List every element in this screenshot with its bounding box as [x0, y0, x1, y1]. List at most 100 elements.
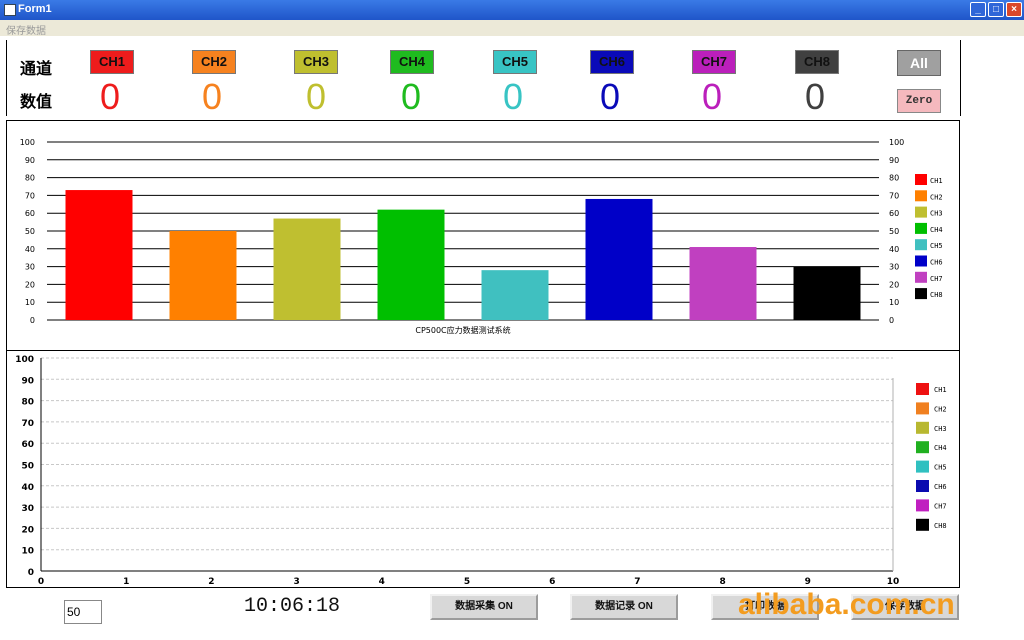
x-tick-label: 0	[38, 577, 44, 587]
y-tick-label-left: 0	[30, 316, 35, 325]
ch8-value: 0	[804, 76, 826, 117]
ch8-button[interactable]: CH8	[795, 50, 839, 74]
bar	[377, 209, 445, 320]
ch2-value: 0	[201, 76, 223, 117]
legend-swatch	[915, 271, 927, 283]
clock-display: 10:06:18	[244, 595, 341, 618]
legend-label: CH3	[934, 425, 947, 433]
y-tick-label-left: 80	[25, 174, 35, 183]
legend-label: CH5	[930, 242, 943, 250]
bar-chart-panel: 0 0 10 10 20 20 30 30 40 40 50 50 60 60 70 70 80 80 90 90 10…	[6, 120, 960, 351]
line-chart: 0 10 20 30 40 50 60 70 80 90 100 0 1 2 3 4 5 6 7 8 9 10 CH1 CH2…	[15, 355, 947, 587]
legend-label: CH2	[934, 405, 947, 413]
ch3-value: 0	[305, 76, 327, 117]
ch2-button[interactable]: CH2	[192, 50, 236, 74]
y-tick-label: 50	[21, 462, 34, 472]
legend-swatch	[915, 190, 927, 202]
y-tick-label-left: 70	[25, 191, 35, 200]
menu-item-save-data[interactable]: 保存数据	[6, 22, 46, 37]
x-axis-title: CP500C应力数据测试系统	[415, 325, 510, 335]
legend-swatch	[916, 383, 929, 395]
collect-toggle-button[interactable]: 数据采集 ON	[430, 594, 538, 620]
y-tick-label-right: 90	[889, 156, 899, 165]
x-tick-label: 3	[293, 577, 299, 587]
x-tick-label: 9	[805, 577, 811, 587]
legend-label: CH4	[934, 444, 947, 452]
y-tick-label-right: 30	[889, 263, 899, 272]
left-separator	[6, 40, 7, 116]
bar	[169, 231, 237, 320]
bar	[65, 190, 133, 320]
y-tick-label-right: 70	[889, 191, 899, 200]
legend-swatch	[916, 441, 929, 454]
y-tick-label: 10	[21, 547, 34, 557]
ch3-button[interactable]: CH3	[294, 50, 338, 74]
legend-label: CH6	[930, 259, 943, 267]
y-tick-label: 30	[21, 504, 34, 514]
legend-swatch	[916, 499, 929, 512]
watermark: alibaba.com.cn	[738, 588, 955, 621]
ch4-value: 0	[400, 76, 422, 117]
legend-swatch	[915, 174, 927, 185]
y-tick-label: 100	[15, 355, 34, 365]
y-tick-label: 70	[21, 419, 34, 429]
channel-label: 通道	[20, 59, 53, 78]
y-tick-label-right: 10	[889, 298, 899, 307]
ch6-value: 0	[599, 76, 621, 117]
x-tick-label: 6	[549, 577, 555, 587]
y-tick-label: 90	[21, 376, 34, 386]
y-tick-label-left: 50	[25, 227, 35, 236]
bar	[481, 270, 549, 320]
zero-button[interactable]: Zero	[897, 89, 941, 113]
legend-label: CH1	[930, 177, 943, 185]
x-tick-label: 10	[887, 577, 900, 587]
y-tick-label: 40	[21, 483, 34, 493]
all-button[interactable]: All	[897, 50, 941, 76]
legend-label: CH7	[930, 275, 943, 283]
maximize-button[interactable]: □	[988, 2, 1004, 17]
close-button[interactable]: ×	[1006, 2, 1022, 17]
y-tick-label-left: 60	[25, 209, 35, 218]
interval-input[interactable]: 50	[64, 600, 102, 624]
y-tick-label-right: 40	[889, 245, 899, 254]
ch1-button[interactable]: CH1	[90, 50, 134, 74]
x-tick-label: 1	[123, 577, 129, 587]
right-separator	[960, 40, 961, 116]
minimize-button[interactable]: _	[970, 2, 986, 17]
legend-label: CH8	[934, 522, 947, 530]
legend-swatch	[915, 239, 927, 251]
legend-swatch	[915, 255, 927, 267]
record-toggle-button[interactable]: 数据记录 ON	[570, 594, 678, 620]
y-tick-label: 60	[21, 440, 34, 450]
bar-chart: 0 0 10 10 20 20 30 30 40 40 50 50 60 60 70 70 80 80 90 90 10…	[20, 138, 943, 335]
y-tick-label-left: 30	[25, 263, 35, 272]
legend-label: CH2	[930, 193, 943, 201]
ch5-button[interactable]: CH5	[493, 50, 537, 74]
bar	[793, 266, 861, 320]
value-label: 数值	[20, 92, 53, 111]
ch7-value: 0	[701, 76, 723, 117]
ch5-value: 0	[502, 76, 524, 117]
y-tick-label-left: 100	[20, 138, 35, 147]
y-tick-label-right: 60	[889, 209, 899, 218]
bar	[689, 247, 757, 320]
legend-label: CH6	[934, 483, 947, 491]
y-tick-label-right: 50	[889, 227, 899, 236]
legend-swatch	[916, 480, 929, 492]
ch4-button[interactable]: CH4	[390, 50, 434, 74]
legend-label: CH8	[930, 291, 943, 299]
legend-label: CH1	[934, 386, 947, 394]
ch7-button[interactable]: CH7	[692, 50, 736, 74]
legend-swatch	[915, 222, 927, 234]
ch6-button[interactable]: CH6	[590, 50, 634, 74]
bar	[273, 218, 341, 320]
bar	[585, 198, 653, 320]
y-tick-label: 20	[21, 525, 34, 535]
legend-label: CH3	[930, 210, 943, 218]
legend-swatch	[916, 518, 929, 531]
y-tick-label: 80	[21, 398, 34, 408]
y-tick-label-right: 80	[889, 174, 899, 183]
ch1-value: 0	[99, 76, 121, 117]
menu-bar: 保存数据	[0, 20, 1024, 37]
y-tick-label-right: 0	[889, 316, 894, 325]
